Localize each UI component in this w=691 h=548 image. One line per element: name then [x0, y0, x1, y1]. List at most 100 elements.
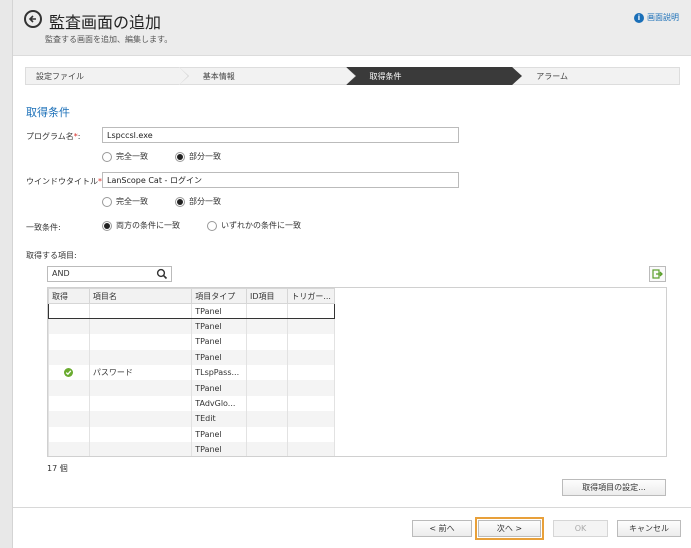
radio-checked[interactable]: [175, 151, 185, 162]
cell-type: TPanel: [191, 318, 247, 335]
window-exact-option[interactable]: 完全一致: [102, 196, 148, 207]
col-header-id-item[interactable]: ID項目: [245, 288, 289, 304]
radio-unchecked[interactable]: [102, 196, 112, 207]
page-title: 監査画面の追加: [49, 13, 162, 32]
page-header: 監査画面の追加 監査する画面を追加、編集します。 i 画面説明: [13, 0, 691, 56]
cell-id: [245, 395, 289, 412]
radio-unchecked[interactable]: [102, 151, 112, 162]
table-row[interactable]: TPanel: [48, 426, 335, 443]
option-label: 部分一致: [189, 152, 221, 161]
cell-id: [245, 380, 289, 396]
cell-acquire: [48, 334, 90, 350]
cell-name: [88, 318, 193, 335]
items-label: 取得する項目:: [26, 251, 77, 260]
label-colon: :: [77, 132, 81, 141]
col-header-trigger[interactable]: トリガー...: [287, 288, 335, 304]
window-title-label: ウインドウタイトル*:: [26, 176, 105, 187]
cell-id: [245, 411, 289, 427]
cell-trigger: [287, 426, 335, 443]
step-conditions: 取得条件: [345, 67, 523, 85]
cell-type: TEdit: [191, 411, 247, 427]
table-row[interactable]: TPanel: [48, 334, 335, 350]
col-header-acquire[interactable]: 取得: [48, 288, 90, 304]
help-link[interactable]: i 画面説明: [634, 12, 679, 23]
cell-trigger: [287, 302, 335, 320]
radio-checked[interactable]: [175, 196, 185, 207]
col-header-item-name[interactable]: 項目名: [88, 288, 193, 304]
program-name-label-text: プログラム名: [26, 132, 74, 141]
table-row[interactable]: パスワード TLspPass...: [48, 365, 335, 381]
radio-checked[interactable]: [102, 220, 112, 231]
window-partial-option[interactable]: 部分一致: [175, 196, 221, 207]
radio-unchecked[interactable]: [207, 220, 217, 231]
step-label: 設定ファイル: [36, 72, 84, 81]
cell-name: [88, 349, 193, 366]
step-label: 取得条件: [369, 72, 402, 81]
wizard-steps: 設定ファイル 基本情報 取得条件 アラーム: [25, 67, 680, 85]
cell-acquire: [48, 426, 90, 443]
cell-trigger: [287, 380, 335, 396]
prev-button[interactable]: < 前へ: [412, 520, 472, 537]
cell-type: TLspPass...: [191, 365, 247, 381]
check-icon: [64, 367, 74, 377]
table-row[interactable]: TPanel: [48, 442, 335, 456]
search-value: AND: [52, 269, 70, 278]
option-label: いずれかの条件に一致: [221, 221, 301, 230]
program-partial-option[interactable]: 部分一致: [175, 151, 221, 162]
export-icon: [652, 269, 663, 279]
program-exact-option[interactable]: 完全一致: [102, 151, 148, 162]
program-name-input[interactable]: [102, 127, 459, 143]
cell-id: [245, 334, 289, 350]
cell-type: TPanel: [191, 349, 247, 366]
items-grid: 取得 項目名 項目タイプ ID項目 トリガー... TPanel TPanel TP…: [47, 287, 667, 457]
option-label: 完全一致: [116, 197, 148, 206]
export-button[interactable]: [649, 266, 666, 282]
search-icon[interactable]: [156, 268, 168, 280]
match-both-option[interactable]: 両方の条件に一致: [102, 220, 180, 231]
cell-type: TPanel: [191, 302, 247, 320]
table-row[interactable]: TPanel: [48, 349, 335, 366]
cell-type: TPanel: [191, 334, 247, 350]
info-icon: i: [634, 12, 644, 23]
back-button[interactable]: [24, 10, 42, 28]
cell-trigger: [287, 411, 335, 427]
table-row[interactable]: TPanel: [48, 302, 335, 320]
item-settings-button[interactable]: 取得項目の設定...: [562, 479, 666, 496]
cell-trigger: [287, 349, 335, 366]
table-row[interactable]: TPanel: [48, 380, 335, 396]
table-row[interactable]: TAdvGlo...: [48, 395, 335, 412]
next-button[interactable]: 次へ >: [475, 517, 544, 540]
cell-acquire: [48, 302, 90, 320]
step-label: アラーム: [536, 72, 569, 81]
step-alarm: アラーム: [512, 67, 680, 85]
cell-acquire: [48, 442, 90, 456]
table-header-row: 取得 項目名 項目タイプ ID項目 トリガー...: [48, 288, 335, 304]
footer-divider: [13, 507, 691, 508]
cell-id: [245, 318, 289, 335]
match-either-option[interactable]: いずれかの条件に一致: [207, 220, 301, 231]
ok-button[interactable]: OK: [553, 520, 608, 537]
cell-trigger: [287, 442, 335, 456]
table-row[interactable]: TEdit: [48, 411, 335, 427]
col-header-item-type[interactable]: 項目タイプ: [191, 288, 247, 304]
cell-type: TPanel: [191, 442, 247, 456]
cell-name: [88, 442, 193, 456]
cell-id: [245, 302, 289, 320]
option-label: 部分一致: [189, 197, 221, 206]
program-name-label: プログラム名*:: [26, 131, 80, 142]
help-link-label: 画面説明: [647, 13, 679, 22]
cell-name: [88, 334, 193, 350]
cell-name: [88, 302, 193, 320]
cell-acquire: [48, 349, 90, 366]
cell-acquire: [48, 365, 90, 381]
cancel-button[interactable]: キャンセル: [617, 520, 681, 537]
item-search-input[interactable]: AND: [47, 266, 172, 282]
cell-id: [245, 365, 289, 381]
cell-acquire: [48, 395, 90, 412]
cell-name: [88, 395, 193, 412]
window-title-input[interactable]: [102, 172, 459, 188]
cell-type: TPanel: [191, 426, 247, 443]
table-row[interactable]: TPanel: [48, 318, 335, 335]
cell-name: パスワード: [88, 365, 193, 381]
page-subtitle: 監査する画面を追加、編集します。: [45, 35, 173, 44]
